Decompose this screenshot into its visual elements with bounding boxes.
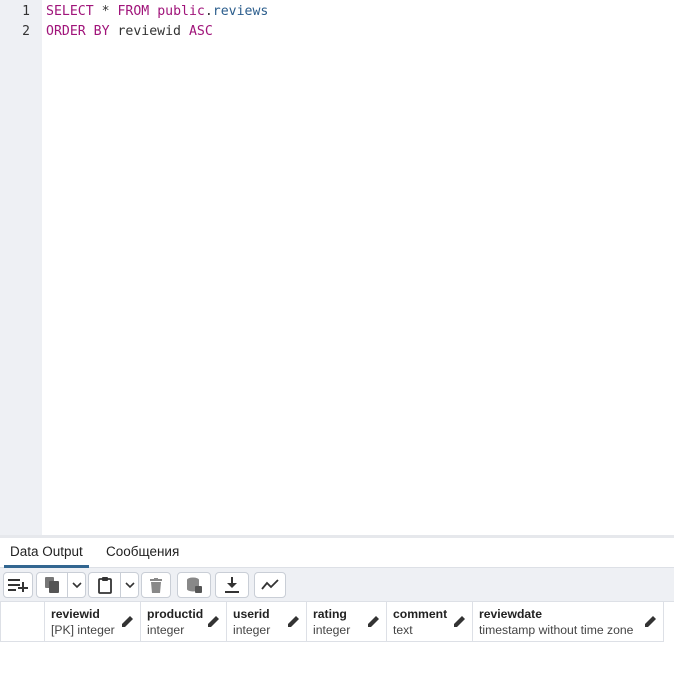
chevron-down-icon — [72, 581, 82, 589]
code-line-2[interactable]: ORDER BY reviewid ASC — [46, 22, 213, 42]
table-name: reviews — [212, 4, 269, 19]
pencil-icon[interactable] — [208, 615, 220, 627]
add-row-button[interactable] — [3, 572, 33, 598]
tab-messages[interactable]: Сообщения — [106, 538, 179, 568]
add-row-icon — [8, 578, 28, 592]
trash-icon — [150, 577, 162, 593]
delete-row-button[interactable] — [141, 572, 171, 598]
save-data-icon — [186, 577, 202, 593]
code-line-1[interactable]: SELECT * FROM public.reviews — [46, 2, 268, 22]
paste-icon — [97, 576, 112, 594]
column-name: reviewid — [117, 24, 182, 39]
column-header-userid[interactable]: userid integer — [227, 602, 307, 642]
data-grid[interactable]: reviewid [PK] integer productid integer … — [0, 602, 674, 694]
star-operator: * — [93, 4, 118, 19]
pencil-icon[interactable] — [454, 615, 466, 627]
pencil-icon[interactable] — [368, 615, 380, 627]
pencil-icon[interactable] — [645, 615, 657, 627]
chevron-down-icon — [125, 581, 135, 589]
column-type: timestamp without time zone — [479, 623, 634, 637]
grid-header: reviewid [PK] integer productid integer … — [0, 602, 664, 642]
copy-button-group — [36, 572, 86, 598]
results-toolbar — [0, 568, 674, 602]
paste-button[interactable] — [89, 573, 120, 597]
download-button[interactable] — [215, 572, 249, 598]
pencil-icon[interactable] — [122, 615, 134, 627]
sql-editor[interactable]: 1 2 SELECT * FROM public.reviews ORDER B… — [0, 0, 674, 536]
copy-button[interactable] — [37, 573, 67, 597]
row-number-header[interactable] — [0, 602, 45, 642]
column-header-rating[interactable]: rating integer — [307, 602, 387, 642]
keyword-asc: ASC — [188, 24, 213, 39]
keyword-order-by: ORDER BY — [46, 24, 110, 39]
line-number: 1 — [22, 4, 30, 19]
line-number-gutter: 1 2 — [0, 0, 42, 536]
column-header-reviewid[interactable]: reviewid [PK] integer — [45, 602, 141, 642]
keyword-from: FROM — [117, 4, 150, 19]
results-tabs: Data Output Сообщения — [0, 538, 674, 568]
pencil-icon[interactable] — [288, 615, 300, 627]
graph-visualiser-button[interactable] — [254, 572, 286, 598]
paste-options-dropdown[interactable] — [120, 573, 139, 597]
column-header-comment[interactable]: comment text — [387, 602, 473, 642]
column-header-productid[interactable]: productid integer — [141, 602, 227, 642]
dot: . — [204, 4, 213, 19]
line-number: 2 — [22, 24, 30, 39]
schema-name: public — [157, 4, 205, 19]
column-header-reviewdate[interactable]: reviewdate timestamp without time zone — [473, 602, 664, 642]
keyword-select: SELECT — [46, 4, 94, 19]
copy-icon — [45, 577, 59, 593]
graph-icon — [261, 579, 279, 591]
paste-button-group — [88, 572, 139, 598]
tab-data-output[interactable]: Data Output — [4, 538, 89, 568]
column-name: reviewdate — [479, 607, 543, 621]
copy-options-dropdown[interactable] — [67, 573, 86, 597]
save-data-button[interactable] — [177, 572, 211, 598]
download-icon — [225, 577, 239, 593]
